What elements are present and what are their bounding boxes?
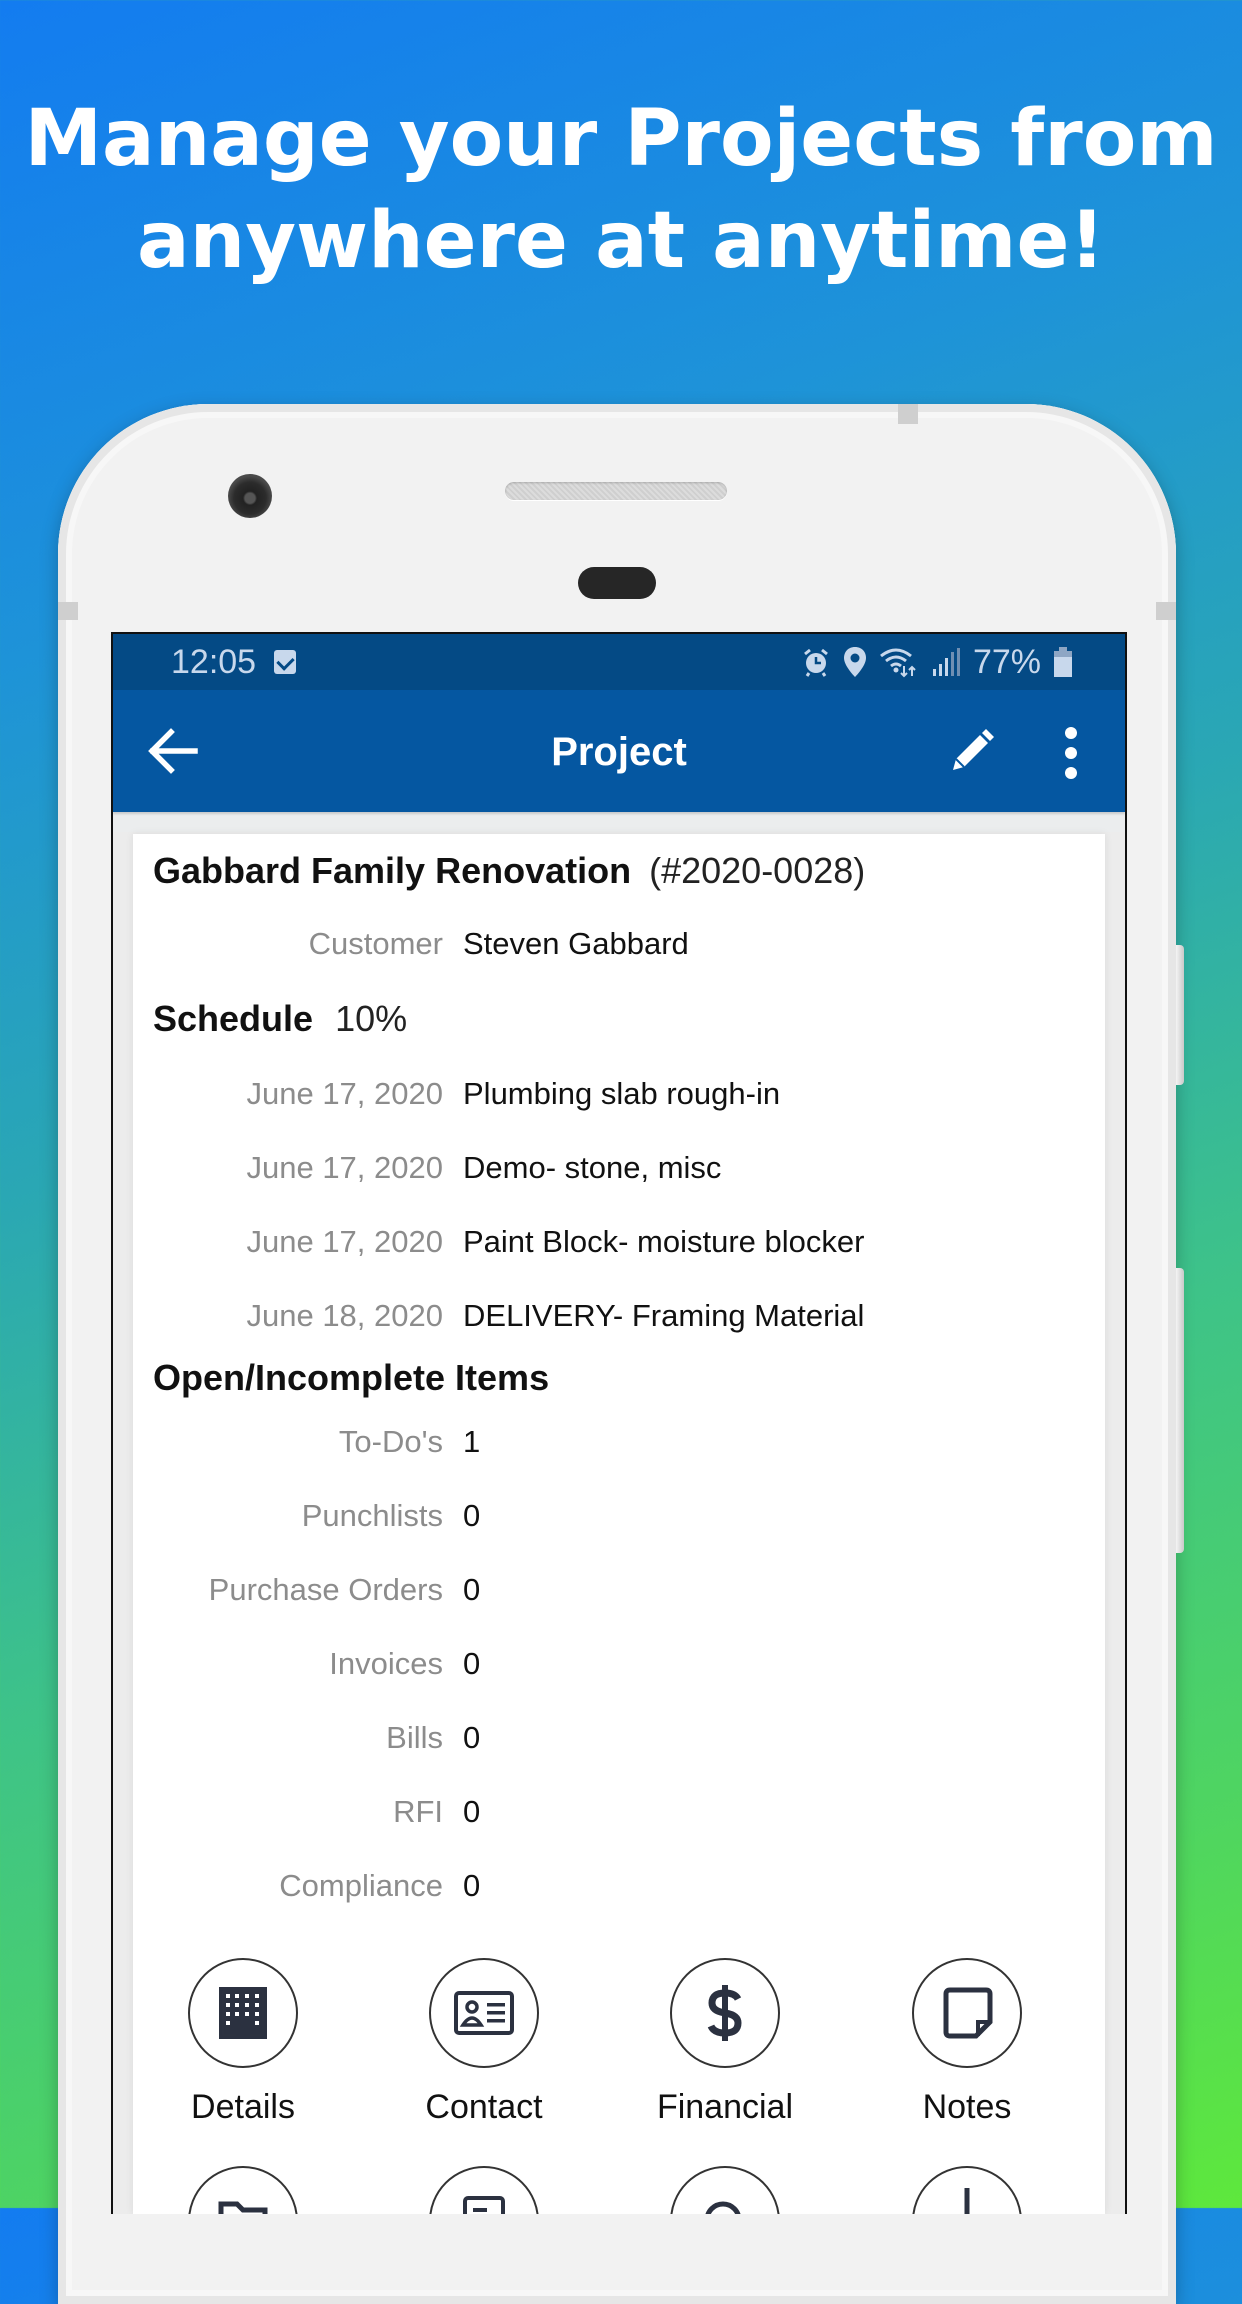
folder-icon	[218, 2201, 268, 2214]
task-check-icon	[274, 650, 297, 674]
customer-label: Customer	[308, 926, 443, 961]
tile-pin[interactable]	[867, 2166, 1067, 2214]
open-item-count: 0	[463, 1794, 481, 1829]
proximity-sensor	[578, 567, 656, 599]
content-top-spacer	[113, 812, 1125, 832]
tile-details[interactable]: Details	[143, 1958, 343, 2127]
search-icon	[705, 2201, 741, 2214]
tile-label: Financial	[656, 2088, 794, 2126]
signal-icon	[932, 648, 960, 676]
contact-card-icon	[454, 1991, 514, 2035]
tile-contact[interactable]: Contact	[384, 1958, 584, 2127]
schedule-date: June 17, 2020	[246, 1150, 443, 1185]
project-number: (#2020-0028)	[649, 850, 866, 891]
schedule-date: June 17, 2020	[246, 1224, 443, 1259]
open-item-label: To-Do's	[338, 1424, 443, 1459]
document-icon	[463, 2196, 505, 2214]
phone-antenna-band-right	[1156, 602, 1176, 620]
earpiece-speaker	[505, 482, 727, 500]
open-item-count: 1	[463, 1424, 481, 1459]
schedule-heading: Schedule 10%	[153, 998, 407, 1040]
app-bar: Project	[113, 690, 1125, 812]
project-card: Gabbard Family Renovation (#2020-0028) Cu…	[133, 834, 1105, 2214]
open-items-heading: Open/Incomplete Items	[153, 1357, 550, 1398]
status-time: 12:05	[171, 642, 257, 681]
phone-power-button	[1176, 945, 1184, 1085]
open-item-label: Invoices	[329, 1646, 443, 1681]
sticky-note-icon	[943, 1987, 993, 2039]
schedule-date: June 17, 2020	[246, 1076, 443, 1111]
tile-documents[interactable]	[384, 2166, 584, 2214]
more-vertical-icon[interactable]	[1061, 726, 1081, 780]
battery-percent: 77%	[972, 642, 1041, 681]
open-item-count: 0	[463, 1868, 481, 1903]
wifi-icon	[880, 648, 916, 678]
tile-label: Notes	[922, 2088, 1012, 2126]
building-icon	[219, 1987, 267, 2039]
schedule-task: Demo- stone, misc	[463, 1150, 722, 1185]
alarm-icon	[804, 648, 828, 677]
open-item-label: Purchase Orders	[208, 1572, 443, 1607]
tile-search[interactable]	[625, 2166, 825, 2214]
phone-screen: 12:05 77% Project Gabbard Family Renovat…	[111, 632, 1127, 2214]
project-header: Gabbard Family Renovation (#2020-0028)	[153, 850, 865, 892]
phone-volume-button	[1176, 1268, 1184, 1553]
project-name: Gabbard Family Renovation	[153, 850, 632, 891]
dollar-icon	[707, 1985, 742, 2041]
open-item-label: Compliance	[279, 1868, 443, 1903]
tile-financial[interactable]: Financial	[625, 1958, 825, 2127]
schedule-task: DELIVERY- Framing Material	[463, 1298, 865, 1333]
location-icon	[843, 647, 866, 677]
tile-notes[interactable]: Notes	[867, 1958, 1067, 2127]
schedule-percent: 10%	[335, 998, 408, 1039]
headline-line-1: Manage your Projects from	[24, 94, 1218, 184]
tile-label: Contact	[425, 2088, 543, 2126]
open-item-label: Bills	[386, 1720, 443, 1755]
pencil-icon[interactable]	[947, 728, 995, 776]
schedule-task: Plumbing slab rough-in	[463, 1076, 781, 1111]
open-item-label: Punchlists	[301, 1498, 443, 1533]
open-item-count: 0	[463, 1498, 481, 1533]
battery-icon	[1054, 647, 1072, 677]
schedule-task: Paint Block- moisture blocker	[463, 1224, 865, 1259]
open-item-count: 0	[463, 1720, 481, 1755]
phone-antenna-band-left	[58, 602, 78, 620]
open-item-count: 0	[463, 1646, 481, 1681]
schedule-title: Schedule	[153, 998, 314, 1039]
open-item-label: RFI	[393, 1794, 443, 1829]
customer-name[interactable]: Steven Gabbard	[463, 926, 689, 962]
open-item-count: 0	[463, 1572, 481, 1607]
promo-headline: Manage your Projects from anywhere at an…	[0, 88, 1242, 292]
phone-antenna-band	[898, 404, 918, 424]
status-bar: 12:05 77%	[113, 634, 1125, 690]
front-camera	[228, 474, 272, 518]
tile-files[interactable]	[143, 2166, 343, 2214]
headline-line-2: anywhere at anytime!	[137, 196, 1105, 286]
pin-icon	[964, 2188, 970, 2214]
tile-label: Details	[191, 2088, 295, 2126]
schedule-date: June 18, 2020	[246, 1298, 443, 1333]
